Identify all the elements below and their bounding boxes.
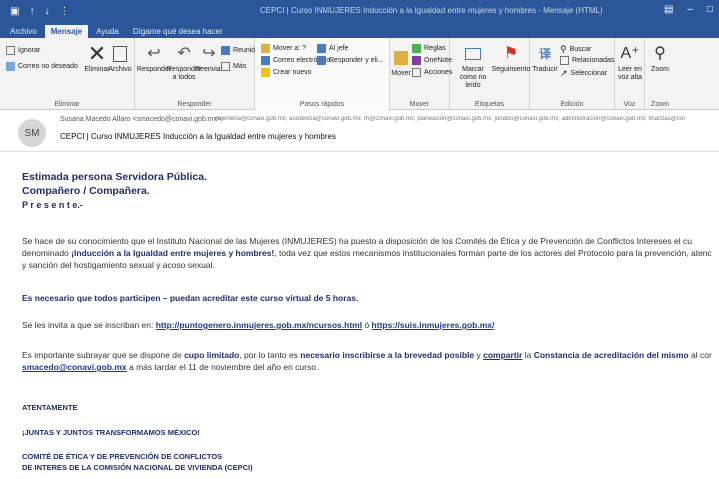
- ribbon-options-icon[interactable]: ▤: [664, 4, 673, 15]
- motto: ¡JUNTAS Y JUNTOS TRANSFORMAMOS MÉXICO!: [22, 428, 200, 437]
- mark-unread-button[interactable]: Marcar como no leído: [454, 44, 492, 90]
- down-arrow-icon[interactable]: ↓: [44, 6, 49, 17]
- message-body: Estimada persona Servidora Pública. Comp…: [0, 152, 719, 479]
- meeting-icon: [221, 46, 230, 55]
- quick-access-toolbar: ▣ ↑ ↓ ⋮: [0, 6, 69, 17]
- related-icon: [560, 56, 569, 65]
- find-icon: ⚲: [560, 44, 567, 54]
- translate-button[interactable]: 译 Traducir: [532, 44, 558, 74]
- subject-line: CEPCI | Curso INMUJERES Inducción a la I…: [60, 132, 336, 141]
- forward-icon: ↪: [202, 45, 216, 62]
- more-respond-icon: [221, 62, 230, 71]
- closing: ATENTAMENTE: [22, 403, 78, 412]
- junk-button[interactable]: Correo no deseado: [6, 62, 78, 71]
- delete-button[interactable]: ✕ Eliminar: [84, 41, 109, 74]
- paragraph-1-line-3: y sanción del hostigamiento sexual y aco…: [22, 260, 215, 270]
- move-icon: [391, 48, 411, 68]
- window-title: CEPCI | Curso INMUJERES Inducción a la I…: [260, 6, 603, 15]
- reply-all-icon: ↶: [177, 45, 191, 62]
- voice-group: A⁺ Leer en voz alta Voz: [615, 38, 645, 110]
- suis-link[interactable]: https://suis.inmujeres.gob.mx/: [372, 320, 495, 330]
- sender-field[interactable]: Susana Macedo Alfaro <smacedo@conavi.gob…: [60, 116, 221, 123]
- quickstep-reply-delete[interactable]: Responder y eli...: [317, 56, 383, 65]
- translate-icon: 译: [538, 47, 551, 61]
- move-group: Mover Reglas OneNote Acciones Mover: [390, 38, 452, 110]
- actions-icon: [412, 68, 421, 77]
- archive-button[interactable]: Archivo: [108, 44, 132, 74]
- quickstep-create-new[interactable]: Crear nuevo: [261, 68, 312, 77]
- more-icon[interactable]: ⋮: [59, 6, 69, 17]
- greeting-line-2: Compañero / Compañera.: [22, 185, 150, 197]
- folder-icon: [261, 44, 270, 53]
- paragraph-1-line-1: Se hace de su conocimiento que el Instit…: [22, 236, 692, 246]
- tags-group: Marcar como no leído ⚑ Seguimiento Etiqu…: [450, 38, 530, 110]
- window-controls: ▤ – □: [664, 4, 713, 15]
- paragraph-3: Se les invita a que se inscriban en: htt…: [22, 320, 495, 330]
- up-arrow-icon[interactable]: ↑: [29, 6, 34, 17]
- select-button[interactable]: ↗ Seleccionar: [560, 68, 607, 79]
- email-link[interactable]: smacedo@conavi.gob.mx: [22, 362, 127, 372]
- find-button[interactable]: ⚲ Buscar: [560, 44, 591, 55]
- rules-icon: [412, 44, 421, 53]
- magnifier-icon: ⚲: [654, 45, 666, 62]
- ignore-button[interactable]: Ignorar: [6, 46, 40, 55]
- paragraph-4-line-2: smacedo@conavi.gob.mx a más tardar el 11…: [22, 362, 319, 372]
- tell-me-search[interactable]: Dígame qué desea hacer: [127, 25, 229, 38]
- paragraph-1-line-2: denominado ¡Inducción a la Igualdad entr…: [22, 248, 712, 258]
- minimize-icon[interactable]: –: [687, 4, 693, 15]
- sender-avatar: SM: [18, 119, 46, 147]
- zoom-button[interactable]: ⚲ Zoom: [647, 44, 673, 74]
- read-aloud-button[interactable]: A⁺ Leer en voz alta: [617, 44, 643, 82]
- ribbon-tabs: Archivo Mensaje Ayuda Dígame qué desea h…: [0, 22, 719, 38]
- greeting-line-1: Estimada persona Servidora Pública.: [22, 171, 207, 183]
- new-icon: [261, 68, 270, 77]
- read-aloud-icon: A⁺: [620, 45, 640, 62]
- manager-icon: [317, 44, 326, 53]
- editing-group: 译 Traducir ⚲ Buscar Relacionadas ↗ Selec…: [530, 38, 615, 110]
- zoom-group: ⚲ Zoom Zoom: [645, 38, 675, 110]
- greeting-line-3: P r e s e n t e.-: [22, 200, 83, 210]
- reply-all-button[interactable]: ↶ Responder a todos: [167, 44, 201, 82]
- ribbon: Ignorar Correo no deseado ✕ Eliminar Arc…: [0, 38, 719, 110]
- ignore-icon: [6, 46, 15, 55]
- junk-icon: [6, 62, 15, 71]
- delete-x-icon: ✕: [87, 41, 107, 66]
- quickstep-move-to[interactable]: Mover a: ?: [261, 44, 306, 53]
- flag-icon: ⚑: [503, 45, 519, 62]
- paragraph-2: Es necesario que todos participen – pued…: [22, 293, 359, 303]
- delete-group: Ignorar Correo no deseado ✕ Eliminar Arc…: [0, 38, 135, 110]
- maximize-icon[interactable]: □: [707, 4, 713, 15]
- meeting-button[interactable]: Reunión: [221, 46, 259, 55]
- more-respond-button[interactable]: Más: [221, 62, 246, 71]
- onenote-icon: [412, 56, 421, 65]
- followup-button[interactable]: ⚑ Seguimiento: [492, 44, 531, 74]
- respond-group: ↩ Responder ↶ Responder a todos ↪ Reenvi…: [135, 38, 259, 110]
- reply-icon: ↩: [147, 45, 161, 62]
- message-header: SM Susana Macedo Alfaro <smacedo@conavi.…: [0, 110, 719, 152]
- committee-line-2: DE INTERES DE LA COMISIÓN NACIONAL DE VI…: [22, 463, 253, 472]
- actions-button[interactable]: Acciones: [412, 68, 452, 77]
- tab-help[interactable]: Ayuda: [90, 25, 125, 38]
- reply-delete-icon: [317, 56, 326, 65]
- email-icon: [261, 56, 270, 65]
- archive-icon: [110, 44, 130, 64]
- move-button[interactable]: Mover: [391, 48, 411, 78]
- rules-button[interactable]: Reglas: [412, 44, 446, 53]
- quickstep-to-manager[interactable]: Al jefe: [317, 44, 348, 53]
- reply-button[interactable]: ↩ Responder: [137, 44, 171, 74]
- select-icon: ↗: [560, 68, 568, 78]
- tab-file[interactable]: Archivo: [4, 25, 43, 38]
- save-icon[interactable]: ▣: [10, 6, 19, 17]
- envelope-icon: [463, 44, 483, 64]
- forward-button[interactable]: ↪ Reenviar: [195, 44, 223, 74]
- committee-line-1: COMITÉ DE ÉTICA Y DE PREVENCIÓN DE CONFL…: [22, 452, 223, 461]
- related-button[interactable]: Relacionadas: [560, 56, 614, 65]
- onenote-button[interactable]: OneNote: [412, 56, 452, 65]
- inmujeres-courses-link[interactable]: http://puntogenero.inmujeres.gob.mx/ncur…: [156, 320, 362, 330]
- paragraph-4-line-1: Es importante subrayar que se dispone de…: [22, 350, 712, 360]
- title-bar: ▣ ↑ ↓ ⋮ CEPCI | Curso INMUJERES Inducció…: [0, 0, 719, 22]
- recipients-field[interactable]: ingenieria@conavi.gob.mx; asistencia@con…: [215, 116, 685, 122]
- tab-message[interactable]: Mensaje: [44, 25, 89, 38]
- quick-steps-group: Mover a: ? Correo electrónico... Crear n…: [255, 38, 390, 110]
